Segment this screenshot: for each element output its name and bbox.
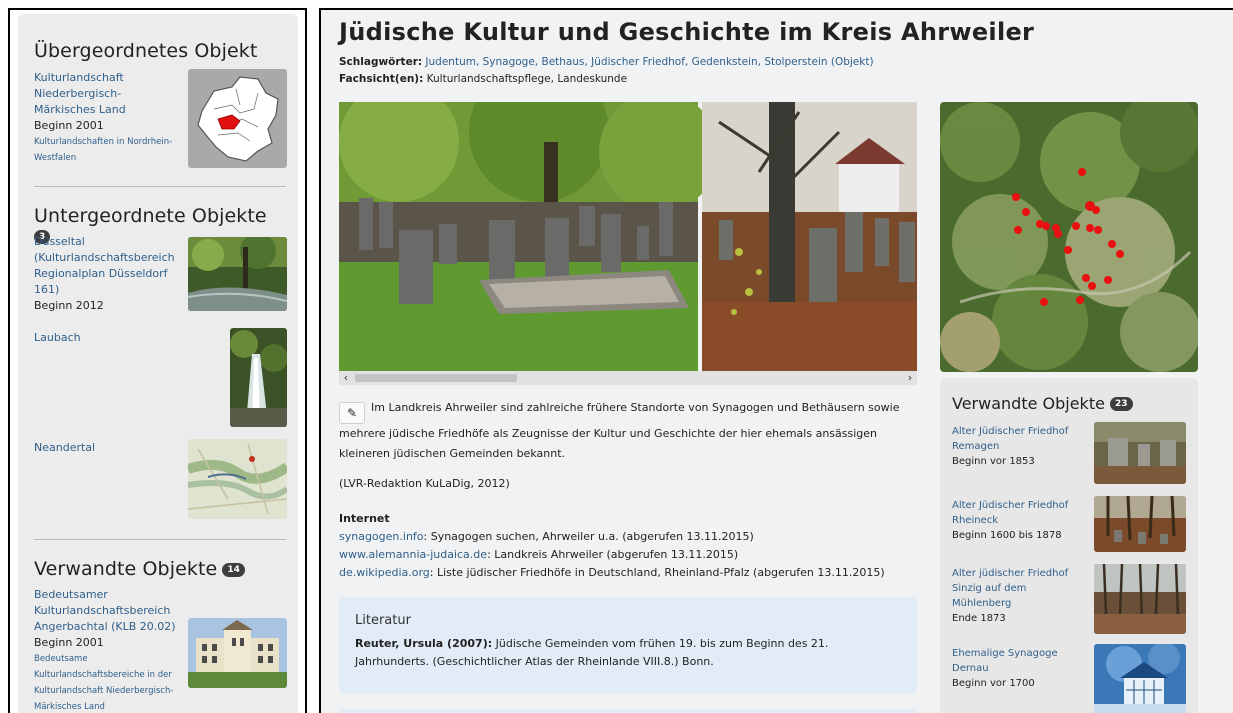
related-object-title[interactable]: Alter jüdischer Friedhof Sinzig auf dem … xyxy=(952,566,1088,611)
related-objects-heading: Verwandte Objekte 14 xyxy=(34,558,286,580)
location-map[interactable] xyxy=(940,102,1198,372)
internet-section: Internet synagogen.info: Synagogen suche… xyxy=(339,510,919,582)
divider xyxy=(34,186,286,187)
left-sidebar: Übergeordnetes Objekt Kulturlandschaft N… xyxy=(8,8,307,713)
description: ✎ Im Landkreis Ahrweiler sind zahlreiche … xyxy=(339,398,919,464)
keywords-links[interactable]: Judentum, Synagoge, Bethaus, Jüdischer F… xyxy=(425,56,873,68)
next-section-box xyxy=(339,709,917,713)
angerbachtal-photo[interactable] xyxy=(188,618,287,688)
related-object-title[interactable]: Alter Jüdischer Friedhof Rheineck xyxy=(952,498,1088,528)
scroll-right-arrow[interactable]: › xyxy=(903,371,917,385)
page-title: Jüdische Kultur und Geschichte im Kreis … xyxy=(339,18,1035,46)
related-object-title[interactable]: Ehemalige Synagoge Dernau xyxy=(952,646,1088,676)
child-object-title[interactable]: Düsseltal (Kulturlandschaftsbereich Regi… xyxy=(34,234,182,298)
main-content: Jüdische Kultur und Geschichte im Kreis … xyxy=(319,8,1233,713)
left-sidebar-card: Übergeordnetes Objekt Kulturlandschaft N… xyxy=(18,14,298,713)
internet-link[interactable]: synagogen.info xyxy=(339,530,424,543)
cemetery-photo-2[interactable] xyxy=(702,102,917,373)
related-count-badge: 23 xyxy=(1110,397,1133,411)
views-line: Fachsicht(en): Kulturlandschaftspflege, … xyxy=(339,73,627,85)
edit-button[interactable]: ✎ xyxy=(339,402,365,424)
related-object-sub[interactable]: Bedeutsame Kulturlandschaftsbereiche in … xyxy=(34,651,182,713)
internet-link[interactable]: www.alemannia-judaica.de xyxy=(339,548,487,561)
keywords-label: Schlagwörter: xyxy=(339,56,423,68)
scroll-thumb[interactable] xyxy=(355,374,517,382)
internet-link[interactable]: de.wikipedia.org xyxy=(339,566,430,579)
internet-link-row: www.alemannia-judaica.de: Landkreis Ahrw… xyxy=(339,548,739,561)
divider xyxy=(34,539,286,540)
dernau-synagogue-drawing[interactable] xyxy=(1094,644,1186,713)
parent-object-title[interactable]: Kulturlandschaft Niederbergisch-Märkisch… xyxy=(34,70,182,118)
literature-box: Literatur Reuter, Ursula (2007): Jüdisch… xyxy=(339,597,917,694)
child-object-begin: Beginn 2012 xyxy=(34,299,104,312)
remagen-cemetery-photo[interactable] xyxy=(1094,422,1186,484)
related-object-begin: Beginn 2001 xyxy=(34,636,104,649)
image-gallery[interactable] xyxy=(339,102,917,373)
rheineck-cemetery-photo[interactable] xyxy=(1094,496,1186,552)
keywords-line: Schlagwörter: Judentum, Synagoge, Bethau… xyxy=(339,56,874,68)
parent-object-begin: Beginn 2001 xyxy=(34,119,104,132)
internet-link-row: synagogen.info: Synagogen suchen, Ahrwei… xyxy=(339,530,754,543)
views-label: Fachsicht(en): xyxy=(339,73,424,85)
cemetery-photo-1[interactable] xyxy=(339,102,719,373)
pencil-icon: ✎ xyxy=(346,406,358,420)
laubach-photo[interactable] xyxy=(230,328,287,427)
parent-object-sub[interactable]: Kulturlandschaften in Nordrhein-Westfale… xyxy=(34,134,182,166)
related-objects-panel: Verwandte Objekte 23 Alter Jüdischer Fri… xyxy=(940,378,1198,713)
scroll-left-arrow[interactable]: ‹ xyxy=(339,371,353,385)
nrw-map-thumbnail[interactable] xyxy=(188,69,287,168)
gallery-scrollbar[interactable]: ‹ › xyxy=(339,371,917,385)
internet-link-row: de.wikipedia.org: Liste jüdischer Friedh… xyxy=(339,566,885,579)
related-object-title[interactable]: Bedeutsamer Kulturlandschaftsbereich Ang… xyxy=(34,587,182,635)
related-object-title[interactable]: Alter Jüdischer Friedhof Remagen xyxy=(952,424,1088,454)
sinzig-cemetery-photo[interactable] xyxy=(1094,564,1186,634)
credit-text: (LVR-Redaktion KuLaDig, 2012) xyxy=(339,477,510,490)
views-value: Kulturlandschaftspflege, Landeskunde xyxy=(426,73,628,85)
duesseltal-photo[interactable] xyxy=(188,237,287,311)
literature-title: Literatur xyxy=(355,613,411,628)
related-objects-heading: Verwandte Objekte 23 xyxy=(952,394,1133,413)
neandertal-map-thumbnail[interactable] xyxy=(188,439,287,519)
related-count-badge: 14 xyxy=(222,563,245,577)
internet-label: Internet xyxy=(339,512,390,525)
literature-text: Reuter, Ursula (2007): Jüdische Gemeinde… xyxy=(355,637,829,668)
description-text: Im Landkreis Ahrweiler sind zahlreiche f… xyxy=(339,401,900,460)
parent-object-heading: Übergeordnetes Objekt xyxy=(34,40,258,62)
